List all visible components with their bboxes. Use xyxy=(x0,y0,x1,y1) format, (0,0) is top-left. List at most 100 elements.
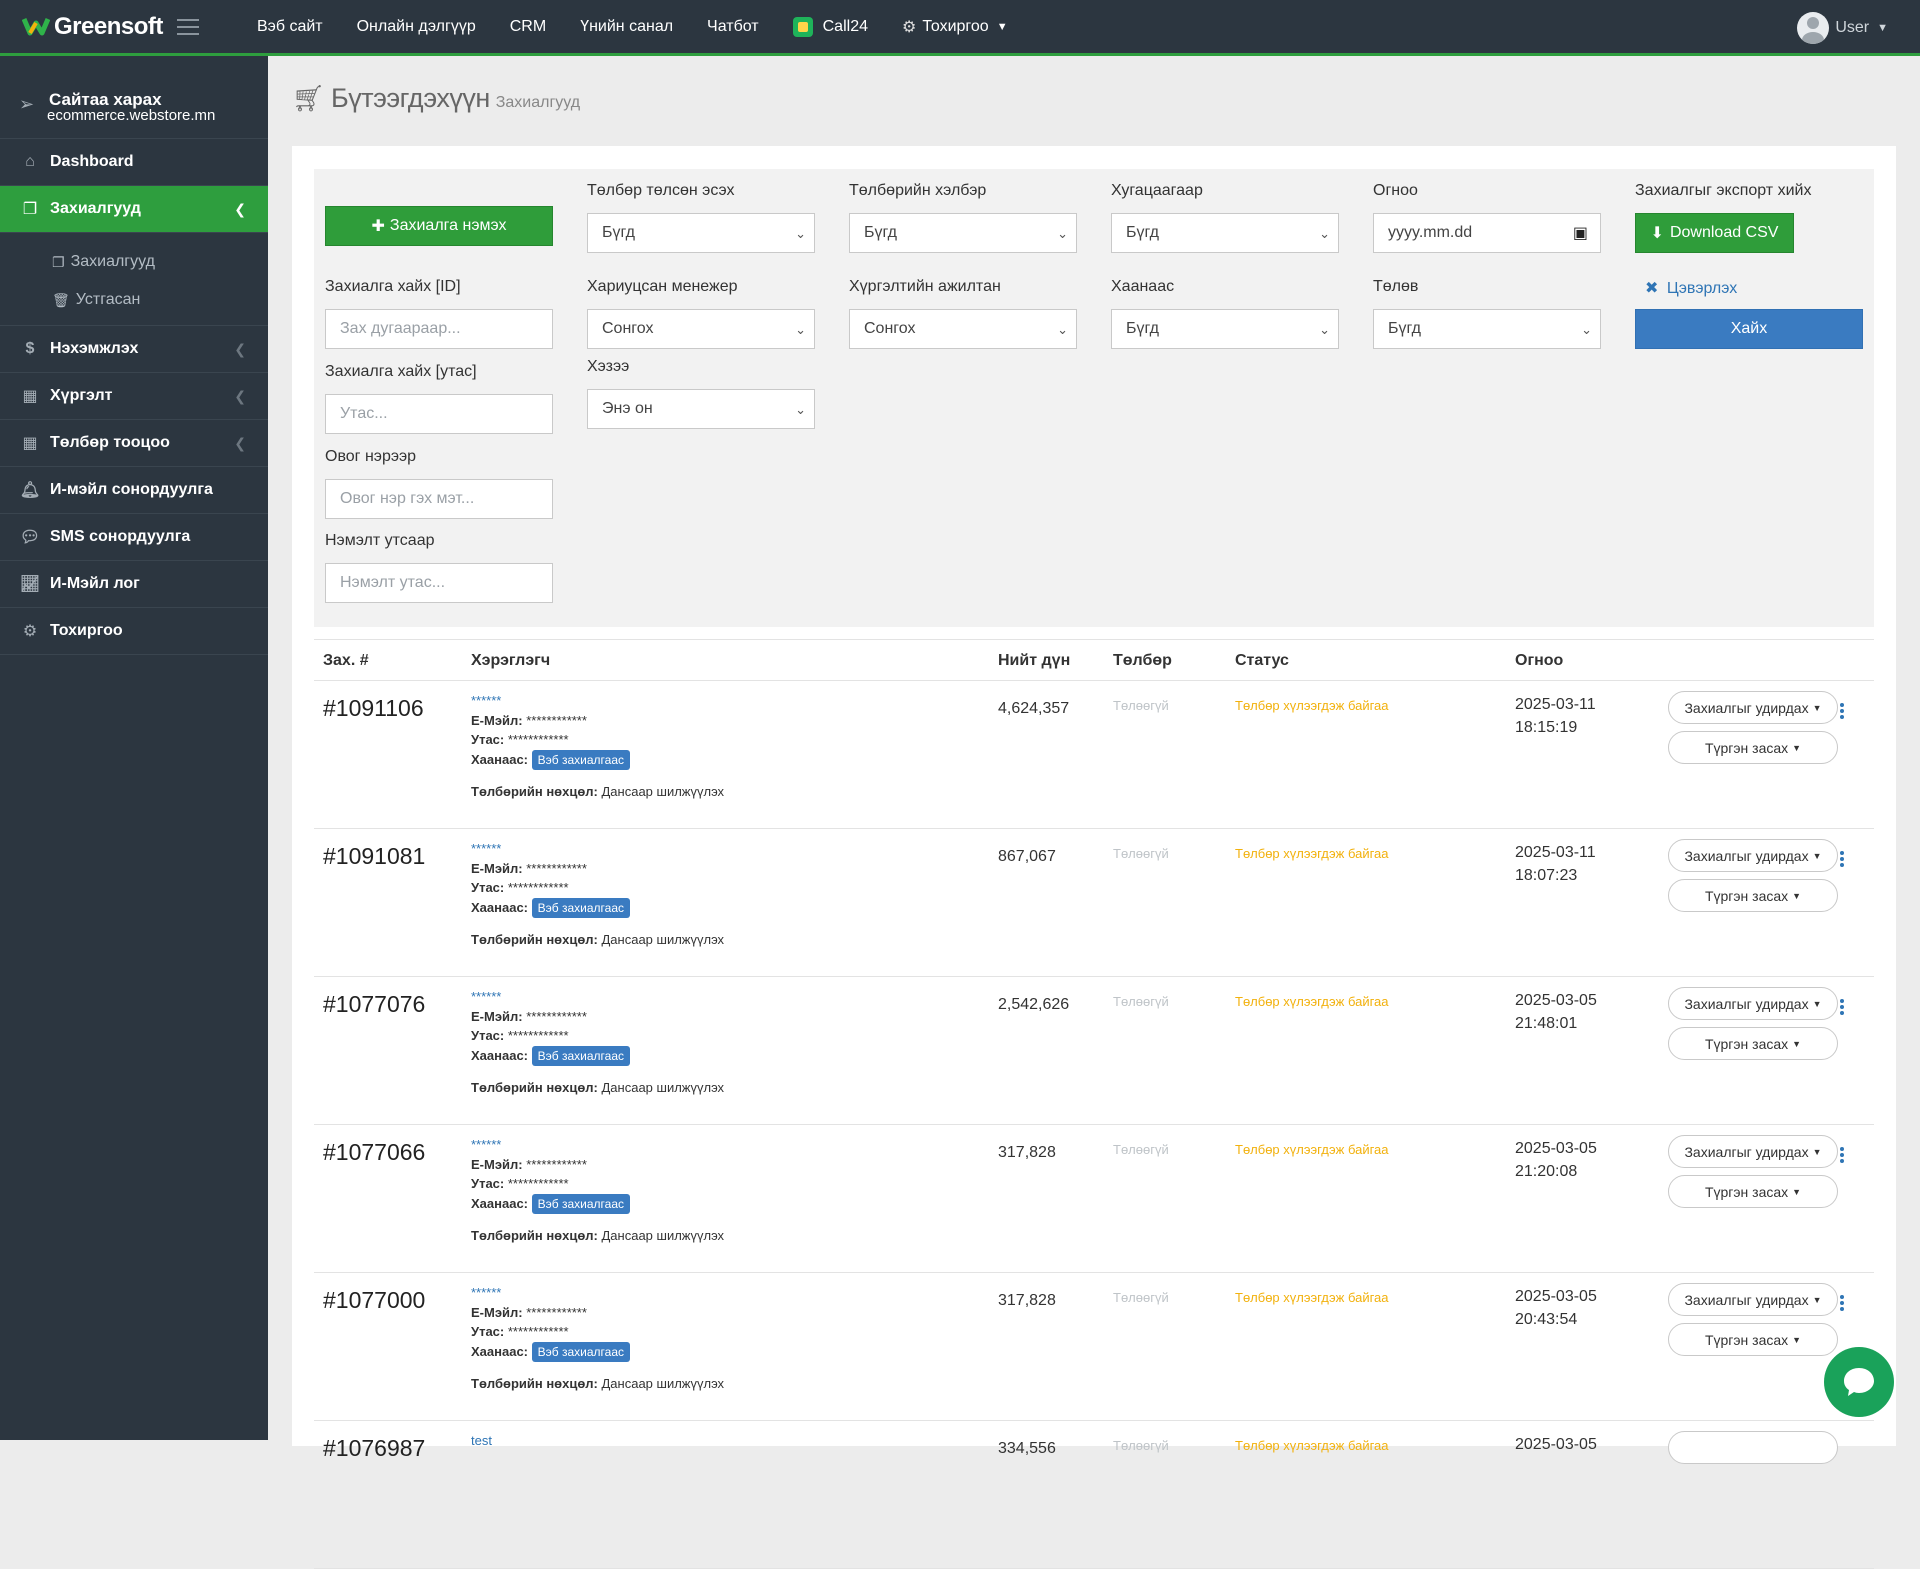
caret-down-icon: ▼ xyxy=(1792,742,1802,753)
grid-icon: ▦ xyxy=(22,388,38,405)
more-vertical-icon[interactable] xyxy=(1838,703,1846,721)
sidebar-item-orders[interactable]: ❐ Захиалгууд ❮ xyxy=(0,186,268,233)
pay-cond-label: Төлбөрийн нөхцөл: xyxy=(471,1375,598,1391)
sidebar-subitem-orders[interactable]: ❐ Захиалгууд xyxy=(0,243,268,281)
nav-quotes[interactable]: Үнийн санал xyxy=(563,0,690,55)
paytype-select[interactable]: Бүгд ⌄ xyxy=(849,213,1077,253)
col-payment[interactable]: Төлбөр xyxy=(1113,652,1172,670)
order-id[interactable]: #1076987 xyxy=(323,1435,425,1462)
customer-name-link[interactable]: ****** xyxy=(471,1135,724,1155)
hamburger-menu-icon[interactable] xyxy=(176,18,199,35)
sidebar-item-dashboard[interactable]: ⌂ Dashboard xyxy=(0,139,268,186)
order-id[interactable]: #1091081 xyxy=(323,843,425,870)
manager-select[interactable]: Сонгох ⌄ xyxy=(587,309,815,349)
customer-name-link[interactable]: test xyxy=(471,1431,492,1451)
manage-order-button[interactable]: Захиалгыг удирдах ▼ xyxy=(1668,1135,1838,1168)
order-date: 2025-03-05 21:20:08 xyxy=(1515,1137,1597,1183)
filter-manager-label: Хариуцсан менежер xyxy=(587,278,738,295)
paid-select[interactable]: Бүгд ⌄ xyxy=(587,213,815,253)
calendar-icon[interactable]: ▣ xyxy=(1573,223,1588,243)
date-input[interactable]: yyyy.mm.dd ▣ xyxy=(1373,213,1601,253)
status-select[interactable]: Бүгд ⌄ xyxy=(1373,309,1601,349)
nav-website[interactable]: Вэб сайт xyxy=(240,0,340,55)
quick-edit-button[interactable]: Түргэн засах ▼ xyxy=(1668,879,1838,912)
extra-phone-input[interactable]: Нэмэлт утас... xyxy=(325,563,553,603)
caret-down-icon: ▼ xyxy=(1812,702,1822,713)
quick-edit-button[interactable]: Түргэн засах ▼ xyxy=(1668,1027,1838,1060)
more-vertical-icon[interactable] xyxy=(1838,1295,1846,1313)
sidebar-item-delivery[interactable]: ▦ Хүргэлт ❮ xyxy=(0,373,268,420)
caret-down-icon: ▼ xyxy=(1792,1334,1802,1345)
when-select[interactable]: Энэ он ⌄ xyxy=(587,389,815,429)
add-order-button[interactable]: ✚ Захиалга нэмэх xyxy=(325,206,553,246)
pay-cond-value: Дансаар шилжүүлэх xyxy=(601,931,725,947)
download-csv-button[interactable]: ⬇ Download CSV xyxy=(1635,213,1794,253)
order-date-time: 20:43:54 xyxy=(1515,1311,1578,1328)
col-customer[interactable]: Хэрэглэгч xyxy=(471,652,550,670)
sidebar-subitem-label: Захиалгууд xyxy=(70,253,155,270)
brand-name[interactable]: Greensoft xyxy=(54,13,163,41)
chevron-down-icon: ⌄ xyxy=(1057,322,1068,337)
order-id[interactable]: #1077000 xyxy=(323,1287,425,1314)
manage-order-button[interactable]: Захиалгыг удирдах ▼ xyxy=(1668,691,1838,724)
sidebar-item-email-notify[interactable]: 🔔︎ И-мэйл сонордуулга xyxy=(0,467,268,514)
email-value: ************ xyxy=(526,712,587,728)
manage-order-button[interactable]: Захиалгыг удирдах ▼ xyxy=(1668,987,1838,1020)
nav-online-store[interactable]: Онлайн дэлгүүр xyxy=(340,0,493,55)
user-menu[interactable]: User ▼ xyxy=(1797,12,1888,44)
search-id-input[interactable]: Зах дугаараар... xyxy=(325,309,553,349)
source-select[interactable]: Бүгд ⌄ xyxy=(1111,309,1339,349)
sidebar-item-settings[interactable]: ⚙ Тохиргоо xyxy=(0,608,268,655)
customer-name-link[interactable]: ****** xyxy=(471,987,724,1007)
nav-call24[interactable]: Call24 xyxy=(776,0,885,55)
filter-courier-label: Хүргэлтийн ажилтан xyxy=(849,278,1001,295)
nav-crm[interactable]: CRM xyxy=(493,0,563,55)
sidebar-submenu-orders: ❐ Захиалгууд 🗑 Устгасан xyxy=(0,233,268,326)
quick-edit-button[interactable]: Түргэн засах ▼ xyxy=(1668,731,1838,764)
chevron-down-icon: ⌄ xyxy=(1057,226,1068,241)
search-button[interactable]: Хайх xyxy=(1635,309,1863,349)
filter-paytype-label: Төлбөрийн хэлбэр xyxy=(849,182,987,199)
courier-select-value: Сонгох xyxy=(864,320,916,337)
manage-order-button[interactable]: Захиалгыг удирдах ▼ xyxy=(1668,839,1838,872)
customer-name-link[interactable]: ****** xyxy=(471,1283,724,1303)
name-input[interactable]: Овог нэр гэх мэт... xyxy=(325,479,553,519)
col-date[interactable]: Огноо xyxy=(1515,652,1563,670)
courier-select[interactable]: Сонгох ⌄ xyxy=(849,309,1077,349)
order-id[interactable]: #1077076 xyxy=(323,991,425,1018)
col-total[interactable]: Нийт дүн xyxy=(998,652,1070,670)
close-icon: ✖ xyxy=(1645,280,1659,297)
more-vertical-icon[interactable] xyxy=(1838,1147,1846,1165)
paytype-select-value: Бүгд xyxy=(864,224,897,241)
sidebar-item-sms-notify[interactable]: 💬︎ SMS сонордуулга xyxy=(0,514,268,561)
sidebar-item-payments[interactable]: ▦ Төлбөр тооцоо ❮ xyxy=(0,420,268,467)
source-badge: Вэб захиалгаас xyxy=(531,749,630,770)
search-phone-input[interactable]: Утас... xyxy=(325,394,553,434)
more-vertical-icon[interactable] xyxy=(1838,999,1846,1017)
manage-order-button[interactable]: Захиалгыг удирдах ▼ xyxy=(1668,1283,1838,1316)
quick-edit-button[interactable]: Түргэн засах ▼ xyxy=(1668,1323,1838,1356)
col-order-id[interactable]: Зах. # xyxy=(323,652,369,670)
filter-courier: Хүргэлтийн ажилтан Сонгох ⌄ xyxy=(849,278,1077,349)
order-id[interactable]: #1091106 xyxy=(323,695,424,722)
manage-order-button[interactable] xyxy=(1668,1431,1838,1464)
clear-filters-link[interactable]: ✖ Цэвэрлэх xyxy=(1635,278,1863,300)
deadline-select[interactable]: Бүгд ⌄ xyxy=(1111,213,1339,253)
col-status[interactable]: Статус xyxy=(1235,652,1289,670)
sidebar-item-email-log[interactable]: 📈︎ И-Мэйл лог xyxy=(0,561,268,608)
sidebar-view-site[interactable]: ➢ Сайтаа харах ecommerce.webstore.mn xyxy=(0,56,268,139)
customer-name-link[interactable]: ****** xyxy=(471,691,724,711)
more-vertical-icon[interactable] xyxy=(1838,851,1846,869)
order-id[interactable]: #1077066 xyxy=(323,1139,425,1166)
phone-value: ************ xyxy=(507,1028,569,1043)
quick-edit-button[interactable]: Түргэн засах ▼ xyxy=(1668,1175,1838,1208)
source-badge: Вэб захиалгаас xyxy=(531,1193,630,1214)
chat-widget-button[interactable] xyxy=(1824,1347,1894,1417)
sidebar-subitem-deleted[interactable]: 🗑 Устгасан xyxy=(0,281,268,319)
customer-name-link[interactable]: ****** xyxy=(471,839,724,859)
avatar xyxy=(1797,12,1830,44)
sidebar-item-invoices[interactable]: $ Нэхэмжлэх ❮ xyxy=(0,326,268,373)
nav-chatbot[interactable]: Чатбот xyxy=(690,0,776,55)
plus-icon: ✚ xyxy=(371,218,385,235)
nav-settings[interactable]: ⚙ Тохиргоо ▼ xyxy=(885,0,1025,55)
